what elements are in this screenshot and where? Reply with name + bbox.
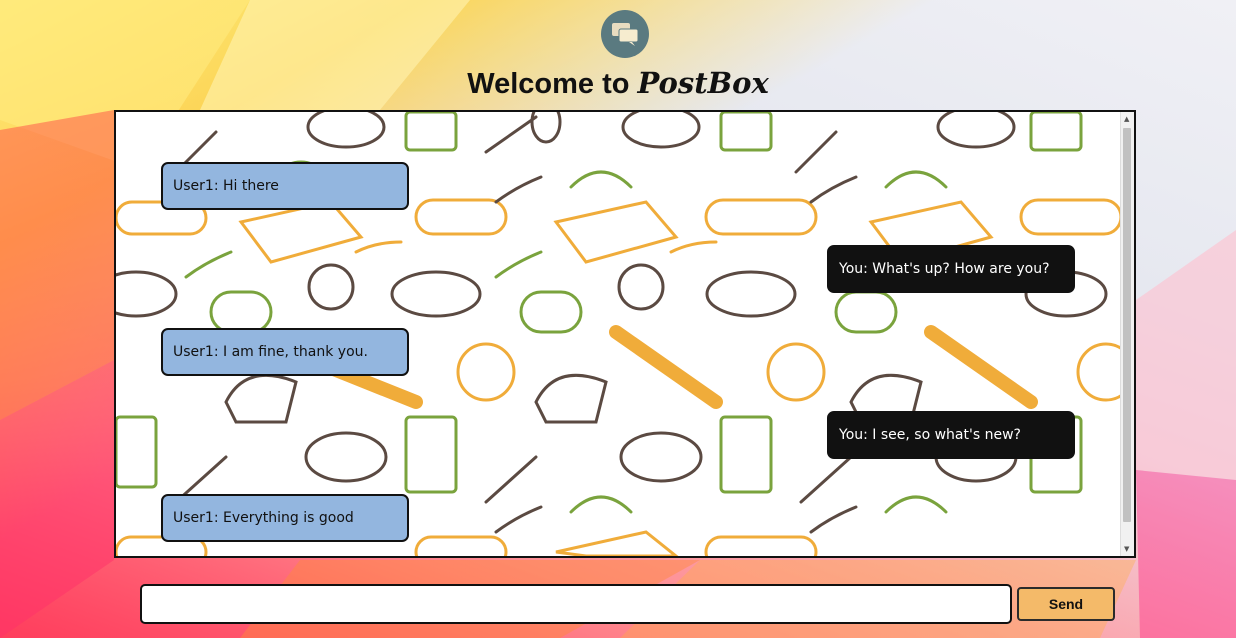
brand-name: PostBox — [637, 66, 769, 100]
scroll-down-arrow-icon[interactable]: ▼ — [1124, 545, 1129, 553]
message-bubble-outgoing: You: What's up? How are you? — [827, 245, 1075, 293]
page-title: Welcome to PostBox — [0, 66, 1236, 101]
message-text: User1: Everything is good — [173, 510, 354, 526]
chat-window[interactable]: User1: Hi there You: What's up? How are … — [114, 110, 1136, 558]
message-bubble-incoming: User1: Hi there — [161, 162, 409, 210]
message-text: You: I see, so what's new? — [839, 427, 1021, 443]
message-text: User1: Hi there — [173, 178, 279, 194]
chat-scrollbar[interactable]: ▲ ▼ — [1120, 112, 1134, 556]
welcome-text: Welcome to — [467, 68, 630, 100]
scroll-thumb[interactable] — [1123, 128, 1131, 522]
scroll-up-arrow-icon[interactable]: ▲ — [1124, 115, 1129, 123]
chat-bubbles-icon — [601, 10, 649, 58]
message-bubble-incoming: User1: I am fine, thank you. — [161, 328, 409, 376]
message-input[interactable] — [140, 584, 1012, 624]
message-bubble-incoming: User1: Everything is good — [161, 494, 409, 542]
message-bubble-outgoing: You: I see, so what's new? — [827, 411, 1075, 459]
send-button[interactable]: Send — [1017, 587, 1115, 621]
message-text: User1: I am fine, thank you. — [173, 344, 368, 360]
message-text: You: What's up? How are you? — [839, 261, 1050, 277]
